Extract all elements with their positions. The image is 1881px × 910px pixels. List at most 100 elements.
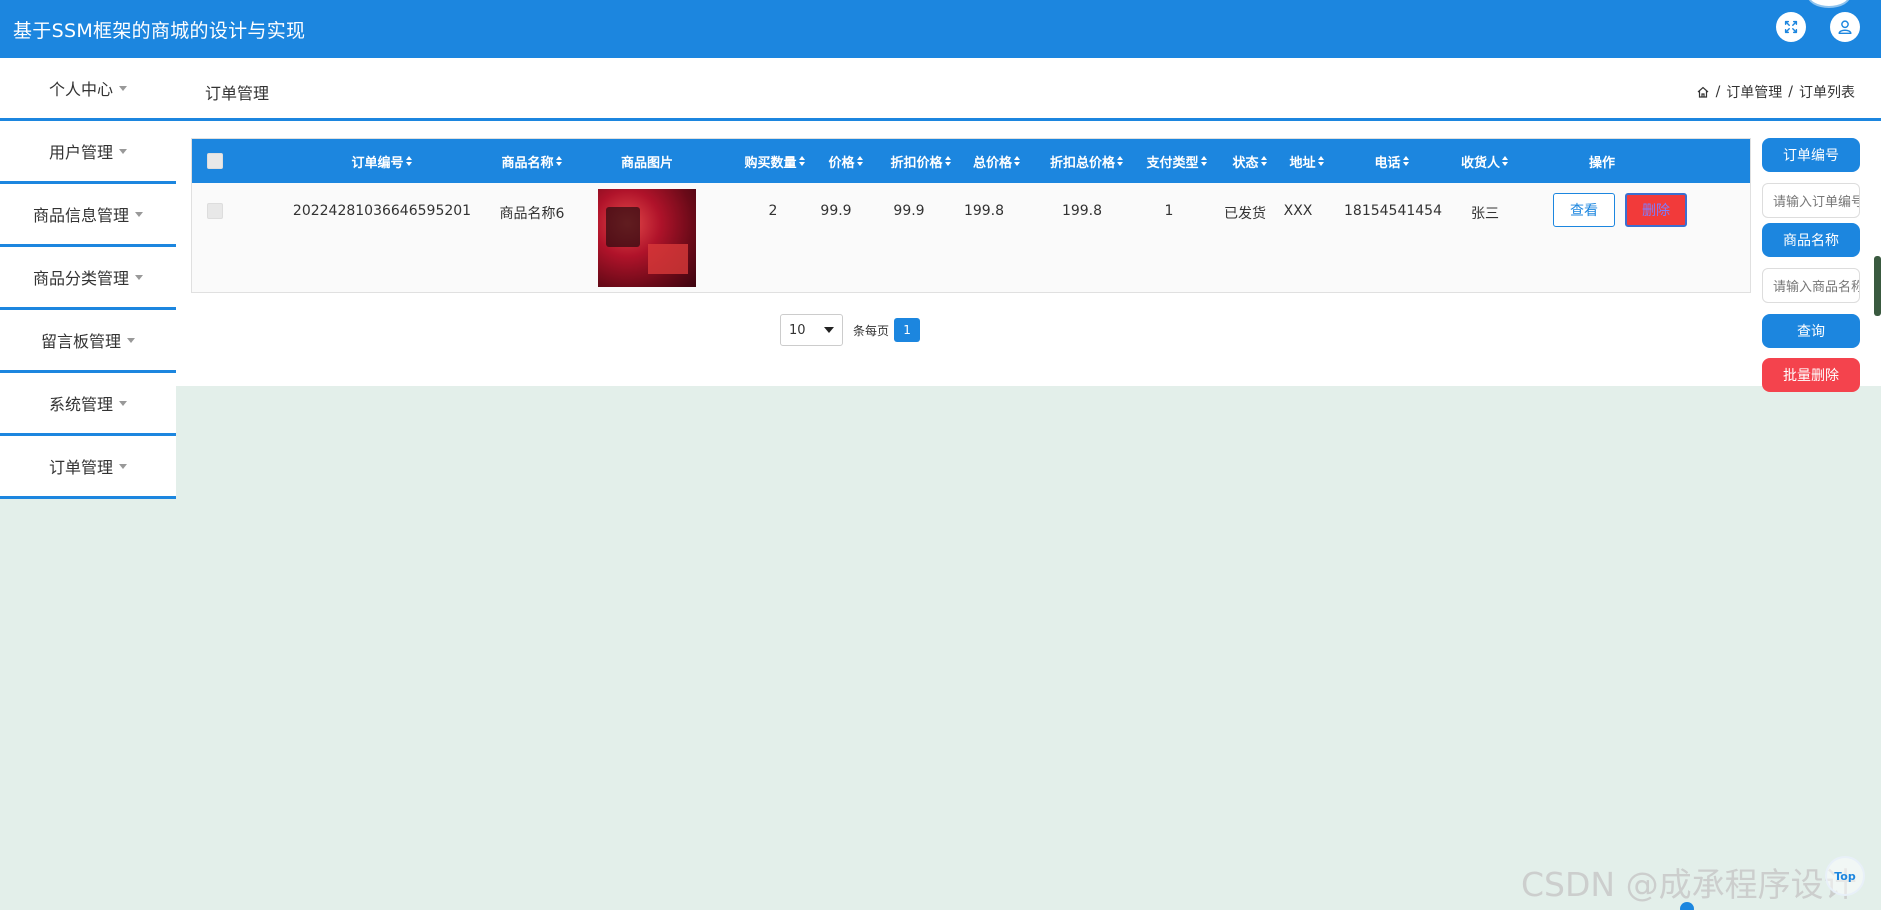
order-table: 订单编号 商品名称 商品图片 购买数量 价格 折扣价格 总价格 折扣总价格 支付… [191,138,1751,293]
sort-icon [944,156,952,166]
cell-phone: 18154541454 [1344,203,1442,219]
column-header-address[interactable]: 地址 [1277,139,1337,183]
fullscreen-icon [1784,20,1798,34]
breadcrumb-item: 订单列表 [1799,85,1855,101]
product-name-input[interactable]: 请输入商品名称 [1762,268,1860,303]
column-header-actions: 操作 [1588,155,1615,171]
column-header-discount-total[interactable]: 折扣总价格 [1032,139,1142,183]
sidebar-item-user-management[interactable]: 用户管理 [0,121,176,184]
pagination: 10 条每页 1 [780,314,921,346]
page-number-button[interactable]: 1 [894,318,921,342]
column-header-phone[interactable]: 电话 [1332,139,1452,183]
column-header-product-name[interactable]: 商品名称 [472,139,592,183]
column-header-total-price[interactable]: 总价格 [962,139,1032,183]
page-size-value: 10 [789,322,806,338]
cell-quantity: 2 [768,203,778,219]
sort-icon [1014,156,1021,166]
cell-price: 99.9 [820,203,852,219]
cell-product-image [592,183,702,293]
caret-down-icon [135,211,143,217]
sort-icon [1502,156,1509,166]
checkbox[interactable] [207,153,223,169]
cell-receiver: 张三 [1471,206,1499,222]
sidebar-item-label: 商品分类管理 [32,269,129,288]
sidebar-item-label: 订单管理 [48,458,113,477]
sort-icon [405,156,413,166]
batch-delete-button[interactable]: 批量删除 [1762,358,1860,392]
caret-down-icon [119,148,127,154]
product-name-label-button[interactable]: 商品名称 [1762,223,1860,257]
delete-button[interactable]: 删除 [1625,193,1687,227]
row-checkbox[interactable] [206,183,224,293]
sidebar-item-message-board[interactable]: 留言板管理 [0,310,176,373]
sort-icon [1317,156,1325,166]
sidebar-item-label: 个人中心 [48,80,113,99]
cell-order-no: 20224281036646595201 [292,203,472,219]
breadcrumb-item[interactable]: 订单管理 [1726,82,1782,102]
caret-down-icon [135,274,143,280]
breadcrumb-separator: / [1715,84,1721,100]
sidebar-item-label: 商品信息管理 [32,206,129,225]
user-button[interactable] [1830,12,1860,42]
sidebar-item-label: 用户管理 [48,143,113,162]
chevron-down-icon [824,327,834,333]
sidebar-item-label: 留言板管理 [40,332,121,351]
caret-down-icon [119,463,127,469]
column-header-pay-type[interactable]: 支付类型 [1132,139,1222,183]
scrollbar-handle[interactable] [1874,256,1881,316]
caret-down-icon [119,400,127,406]
breadcrumb-separator: / [1788,84,1793,100]
cell-product-name: 商品名称6 [499,206,565,222]
home-icon[interactable] [1696,85,1710,99]
sort-icon [856,156,864,166]
breadcrumb-bar: 订单管理 / 订单管理 / 订单列表 [176,58,1881,121]
column-header-quantity[interactable]: 购买数量 [732,139,818,183]
page-title: 订单管理 [205,84,270,103]
cell-actions: 查看 删除 [1530,183,1710,293]
sidebar-item-system[interactable]: 系统管理 [0,373,176,436]
column-header-order-no[interactable]: 订单编号 [292,139,472,183]
cell-pay-type: 1 [1164,203,1174,219]
top-header: 基于SSM框架的商城的设计与实现 [0,0,1881,58]
sort-icon [1260,156,1268,166]
sidebar-item-label: 系统管理 [48,395,113,414]
query-button[interactable]: 查询 [1762,314,1860,348]
column-header-receiver[interactable]: 收货人 [1442,139,1528,183]
cell-discount-price: 99.9 [893,203,925,219]
sidebar-item-product-info[interactable]: 商品信息管理 [0,184,176,247]
cell-discount-total: 199.8 [1061,203,1103,219]
sort-icon [798,156,806,166]
table-header: 订单编号 商品名称 商品图片 购买数量 价格 折扣价格 总价格 折扣总价格 支付… [192,139,1750,183]
app-title: 基于SSM框架的商城的设计与实现 [13,20,306,42]
view-button[interactable]: 查看 [1553,193,1615,227]
fullscreen-button[interactable] [1776,12,1806,42]
cell-total-price: 199.8 [963,203,1005,219]
user-icon [1838,20,1852,35]
back-to-top-button[interactable]: Top [1825,856,1865,896]
sidebar-item-product-category[interactable]: 商品分类管理 [0,247,176,310]
product-thumbnail[interactable] [598,189,696,287]
per-page-label: 条每页 [853,323,890,338]
column-header-price[interactable]: 价格 [816,139,876,183]
sidebar-item-orders[interactable]: 订单管理 [0,436,176,499]
order-no-input[interactable]: 请输入订单编号 [1762,183,1860,218]
partial-circle-decoration [1807,0,1851,8]
breadcrumb: / 订单管理 / 订单列表 [1696,82,1855,102]
select-all-checkbox[interactable] [206,139,224,183]
column-header-discount-price[interactable]: 折扣价格 [876,139,966,183]
caret-down-icon [119,85,127,91]
floating-dot[interactable] [1680,902,1694,910]
sort-icon [1402,156,1410,166]
sidebar: 个人中心 用户管理 商品信息管理 商品分类管理 留言板管理 系统管理 订单管理 [0,58,176,499]
caret-down-icon [127,337,135,343]
sidebar-item-personal-center[interactable]: 个人中心 [0,58,176,121]
sort-icon [1117,156,1124,166]
cell-address: XXX [1283,203,1313,219]
checkbox[interactable] [207,203,223,219]
order-no-label-button[interactable]: 订单编号 [1762,138,1860,172]
sort-icon [555,156,563,166]
column-header-status[interactable]: 状态 [1217,139,1283,183]
watermark: CSDN @成承程序设计 [1521,865,1857,904]
column-header-product-image: 商品图片 [620,155,673,171]
page-size-select[interactable]: 10 [780,314,843,346]
